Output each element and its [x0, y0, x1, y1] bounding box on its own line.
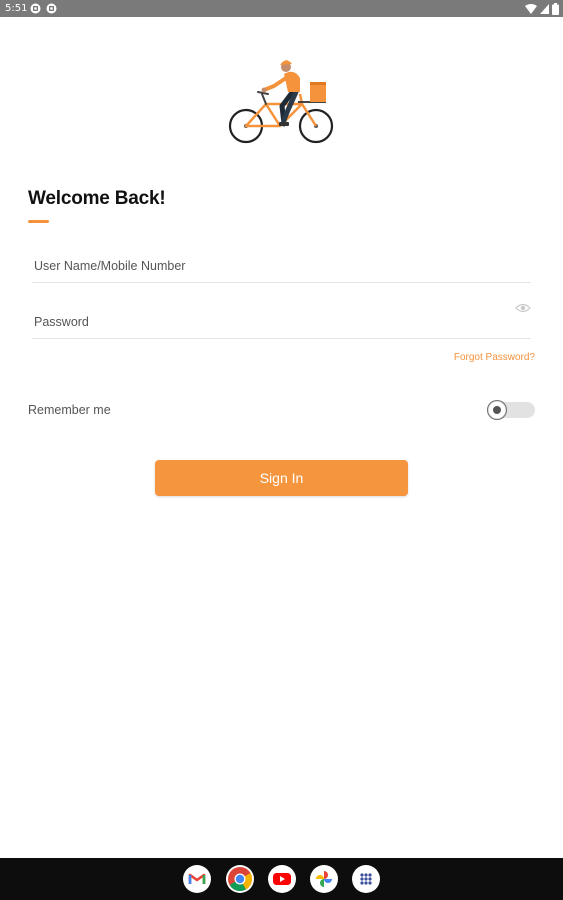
- youtube-icon[interactable]: [268, 865, 296, 893]
- username-input[interactable]: [34, 252, 504, 280]
- forgot-password-link[interactable]: Forgot Password?: [454, 352, 535, 363]
- username-field-container: [32, 252, 531, 283]
- remember-me-toggle[interactable]: [487, 400, 535, 420]
- notification-icon: [30, 3, 41, 14]
- app-dock: [0, 858, 563, 900]
- chrome-icon[interactable]: [226, 865, 254, 893]
- remember-me-label: Remember me: [28, 403, 111, 417]
- title-underline: [28, 220, 49, 223]
- page-title: Welcome Back!: [28, 188, 166, 209]
- password-field-container: [32, 303, 531, 339]
- battery-icon: [552, 2, 559, 15]
- toggle-knob: [487, 400, 507, 420]
- eye-icon[interactable]: [515, 302, 531, 314]
- password-input[interactable]: [34, 308, 504, 336]
- signal-icon: [540, 3, 549, 14]
- sign-in-button[interactable]: Sign In: [155, 460, 408, 496]
- app-drawer-icon[interactable]: [352, 865, 380, 893]
- photos-icon[interactable]: [310, 865, 338, 893]
- delivery-cyclist-illustration: [228, 60, 334, 144]
- wifi-icon: [525, 3, 537, 14]
- notification-icon: [46, 3, 57, 14]
- gmail-icon[interactable]: [183, 865, 211, 893]
- status-time: 5:51: [5, 3, 28, 14]
- status-bar: 5:51: [0, 0, 563, 17]
